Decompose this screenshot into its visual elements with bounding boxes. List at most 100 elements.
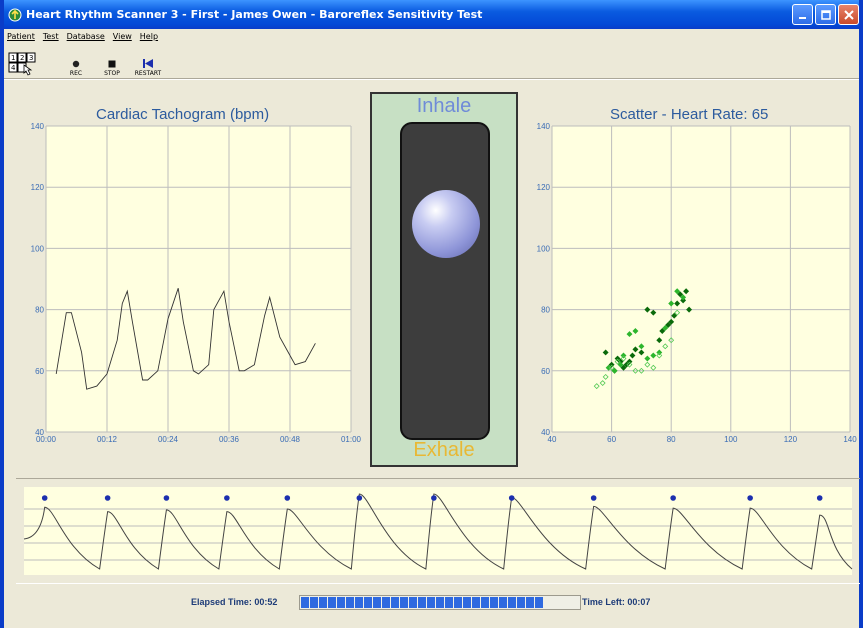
beat-marker [224, 495, 230, 501]
progress-segment [310, 597, 318, 608]
beat-marker [431, 495, 437, 501]
tacho-x-tick: 01:00 [341, 435, 362, 444]
progress-segment [481, 597, 489, 608]
record-icon [72, 60, 80, 68]
beat-marker [816, 495, 823, 501]
progress-segment [463, 597, 471, 608]
scatter-y-tick: 60 [541, 367, 550, 376]
scatter-chart: 40 60 80 100 120 140406080100120140 [537, 122, 858, 444]
progress-segment [391, 597, 399, 608]
progress-segment [472, 597, 480, 608]
tachogram-panel: Cardiac Tachogram (bpm) 00:00 00:12 00:24 0… [10, 86, 362, 470]
progress-segment [328, 597, 336, 608]
restart-label: RESTART [134, 70, 162, 77]
close-icon [843, 9, 854, 20]
tacho-y-tick: 80 [35, 306, 44, 315]
maximize-button[interactable] [815, 4, 836, 25]
rec-button[interactable]: REC [58, 47, 94, 77]
ecg-waveform [23, 487, 853, 575]
tacho-x-tick: 00:48 [280, 435, 301, 444]
tacho-x-tick: 00:36 [219, 435, 240, 444]
svg-text:2: 2 [20, 54, 24, 62]
progress-segment [337, 597, 345, 608]
tacho-y-tick: 140 [31, 122, 45, 131]
app-window: Heart Rhythm Scanner 3 - First - James O… [0, 0, 863, 628]
tacho-plot-area [46, 126, 351, 432]
menu-help[interactable]: Help [140, 32, 158, 41]
beat-marker [104, 495, 111, 501]
app-icon [8, 8, 22, 21]
toolbar: 1 2 3 4 REC STOP RESTART [8, 45, 166, 77]
beat-marker [590, 495, 597, 501]
menu-database[interactable]: Database [67, 32, 105, 41]
close-button[interactable] [838, 4, 859, 25]
elapsed-time: Elapsed Time: 00:52 [191, 597, 278, 607]
pacer-ball [412, 190, 480, 259]
menu-view[interactable]: View [113, 32, 132, 41]
pacer-tube [400, 122, 490, 440]
title-bar[interactable]: Heart Rhythm Scanner 3 - First - James O… [4, 0, 859, 29]
tacho-y-tick: 40 [35, 428, 44, 437]
menu-bar: Patient Test Database View Help [4, 29, 859, 44]
window-title: Heart Rhythm Scanner 3 - First - James O… [26, 8, 483, 21]
scatter-y-tick: 120 [537, 183, 551, 192]
menu-test[interactable]: Test [43, 32, 59, 41]
beat-marker [41, 495, 48, 501]
scatter-plot-area [552, 126, 850, 432]
time-left: Time Left: 00:07 [582, 597, 651, 607]
scatter-x-tick: 120 [784, 435, 798, 444]
stop-icon [108, 60, 116, 68]
beat-marker [747, 495, 753, 501]
progress-segment [364, 597, 372, 608]
inhale-label: Inhale [416, 95, 472, 117]
progress-segment [301, 597, 309, 608]
beat-marker [670, 495, 676, 501]
progress-segment [400, 597, 408, 608]
svg-text:4: 4 [11, 64, 16, 72]
restart-button[interactable]: RESTART [130, 47, 166, 77]
minimize-button[interactable] [792, 4, 813, 25]
progress-segment [535, 597, 543, 608]
beat-marker [163, 495, 170, 501]
breathing-pacer: Inhale Exhale [370, 92, 518, 467]
progress-segment [436, 597, 444, 608]
progress-segment [418, 597, 426, 608]
stop-label: STOP [104, 70, 120, 77]
minimize-icon [798, 16, 806, 19]
progress-segment [373, 597, 381, 608]
progress-segment [409, 597, 417, 608]
progress-segment [454, 597, 462, 608]
stop-button[interactable]: STOP [94, 47, 130, 77]
beat-marker [508, 495, 515, 501]
layout-grid-icon: 1 2 3 4 [8, 52, 36, 76]
scatter-y-tick: 100 [537, 244, 551, 253]
progress-segment [490, 597, 498, 608]
progress-segment [319, 597, 327, 608]
tacho-y-tick: 60 [35, 367, 44, 376]
svg-text:3: 3 [29, 54, 33, 62]
scatter-x-tick: 140 [843, 435, 857, 444]
progress-segment [346, 597, 354, 608]
tachogram-chart: 00:00 00:12 00:24 00:36 00:48 01:004060801001… [31, 122, 362, 444]
menu-patient[interactable]: Patient [7, 32, 35, 41]
ecg-frame [16, 478, 860, 584]
progress-segment [526, 597, 534, 608]
scatter-panel: Scatter - Heart Rate: 65 40 60 80 100 120 140… [526, 86, 860, 470]
progress-segment [427, 597, 435, 608]
layout-select-button[interactable]: 1 2 3 4 [8, 51, 38, 77]
scatter-x-tick: 100 [724, 435, 738, 444]
tacho-y-tick: 100 [31, 244, 45, 253]
scatter-y-tick: 40 [541, 428, 550, 437]
progress-segment [517, 597, 525, 608]
scatter-x-tick: 60 [607, 435, 616, 444]
tacho-x-tick: 00:24 [158, 435, 179, 444]
svg-text:1: 1 [11, 54, 15, 62]
exhale-label: Exhale [413, 439, 475, 461]
restart-icon [143, 59, 153, 68]
beat-marker [356, 495, 363, 501]
beat-marker [284, 495, 291, 501]
progress-segment [445, 597, 453, 608]
tacho-x-tick: 00:12 [97, 435, 118, 444]
scatter-y-tick: 80 [541, 306, 550, 315]
maximize-icon [820, 9, 831, 20]
